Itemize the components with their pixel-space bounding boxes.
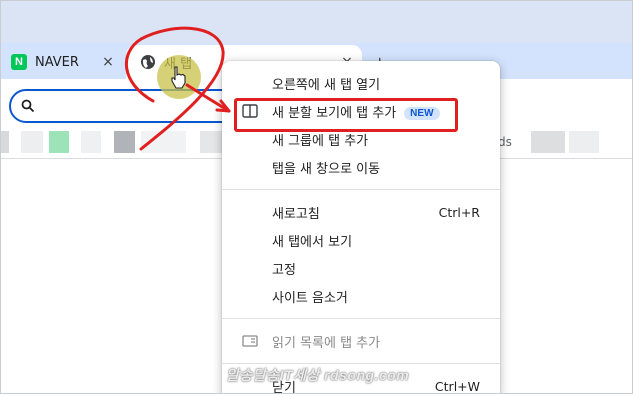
menu-item-add-to-reading-list[interactable]: 읽기 목록에 탭 추가 <box>222 327 500 355</box>
menu-item-move-to-new-window[interactable]: 탭을 새 창으로 이동 <box>222 153 500 181</box>
bookmark-item[interactable] <box>569 131 599 153</box>
menu-item-label: 고정 <box>272 262 296 278</box>
menu-item-label: 오른쪽에 새 탭 열기 <box>272 77 381 93</box>
menu-item-open-right[interactable]: 오른쪽에 새 탭 열기 <box>222 69 500 97</box>
bookmark-item[interactable] <box>141 131 186 153</box>
bookmark-item[interactable] <box>1 131 9 153</box>
menu-item-pin[interactable]: 고정 <box>222 254 500 282</box>
menu-separator <box>222 189 500 190</box>
bookmark-item[interactable] <box>531 131 565 153</box>
menu-item-label: 탭을 새 창으로 이동 <box>272 161 381 177</box>
annotation-highlight-box <box>234 98 458 132</box>
bookmark-item[interactable] <box>81 131 101 153</box>
bookmark-label[interactable]: ds <box>498 135 512 149</box>
close-icon[interactable]: × <box>99 53 117 71</box>
reading-list-icon <box>242 335 258 347</box>
menu-item-mute-site[interactable]: 사이트 음소거 <box>222 282 500 310</box>
menu-separator <box>222 363 500 364</box>
tab-title: NAVER <box>35 54 79 70</box>
menu-item-label: 읽기 목록에 탭 추가 <box>272 335 381 351</box>
naver-logo-icon: N <box>11 54 27 70</box>
menu-item-shortcut: Ctrl+R <box>438 204 480 220</box>
menu-item-label: 새 그룹에 탭 추가 <box>272 133 369 149</box>
bookmark-item[interactable] <box>21 131 43 153</box>
search-icon <box>21 99 35 113</box>
menu-item-label: 새로고침 <box>272 206 320 222</box>
menu-item-label: 사이트 음소거 <box>272 290 348 306</box>
bookmark-item[interactable] <box>114 131 135 153</box>
watermark: 알송달송IT세상 rdsong.com <box>226 367 410 383</box>
title-bar <box>1 1 632 43</box>
menu-item-view-in-new-tab[interactable]: 새 탭에서 보기 <box>222 226 500 254</box>
menu-item-shortcut: Ctrl+W <box>434 378 480 394</box>
bookmark-item[interactable] <box>49 131 69 153</box>
globe-icon <box>141 55 155 69</box>
tab-naver[interactable]: N NAVER × <box>11 45 123 79</box>
menu-item-label: 새 탭에서 보기 <box>272 234 353 250</box>
menu-item-reload[interactable]: 새로고침 Ctrl+R <box>222 198 500 226</box>
menu-separator <box>222 318 500 319</box>
browser-window: N NAVER × 새 탭 × + ds 오른쪽에 새 <box>0 0 633 394</box>
bookmark-item[interactable] <box>200 131 222 153</box>
